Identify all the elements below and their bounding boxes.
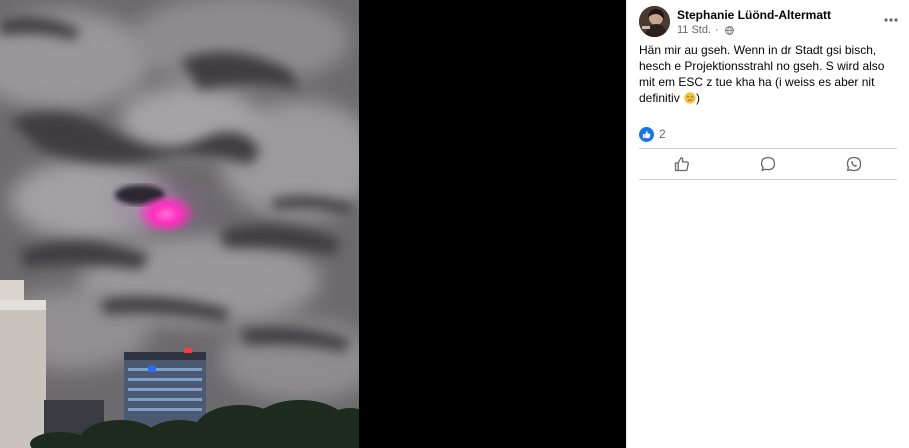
night-sky-photo <box>0 0 359 448</box>
post-text-line: mit em ESC z tue kha ha (i weiss es aber… <box>639 75 875 89</box>
post-details-panel: Stephanie Lüönd-Altermatt 11 Std. · Hän … <box>626 0 909 448</box>
like-reaction-icon <box>639 126 654 142</box>
whatsapp-icon <box>846 156 862 172</box>
post-photo[interactable] <box>0 0 359 448</box>
author-name[interactable]: Stephanie Lüönd-Altermatt <box>677 8 831 22</box>
post-text-line: hesch e Projektionsstrahl no gseh. S wir… <box>639 59 885 73</box>
meta-separator: · <box>715 24 719 36</box>
more-options-icon <box>884 18 898 22</box>
avatar-photo <box>639 6 670 37</box>
comment-icon <box>760 156 776 172</box>
sad-relieved-emoji-icon <box>684 92 696 104</box>
globe-icon <box>724 25 734 35</box>
post-header: Stephanie Lüönd-Altermatt 11 Std. · <box>639 6 901 40</box>
thumbs-up-glyph-icon <box>642 130 651 138</box>
whatsapp-share-button[interactable] <box>811 150 897 178</box>
reaction-summary[interactable]: 2 <box>639 126 666 142</box>
media-panel <box>0 0 626 448</box>
more-options-button[interactable] <box>881 12 901 28</box>
like-icon <box>674 157 689 172</box>
post-viewer: Stephanie Lüönd-Altermatt 11 Std. · Hän … <box>0 0 909 448</box>
post-actions <box>639 150 897 178</box>
post-text-fragment: definitiv <box>639 91 680 105</box>
post-meta: 11 Std. · <box>677 24 734 36</box>
post-text: Hän mir au gseh. Wenn in dr Stadt gsi bi… <box>639 42 897 106</box>
divider <box>639 148 897 149</box>
post-text-end: ) <box>696 91 701 105</box>
avatar[interactable] <box>639 6 670 37</box>
post-timestamp[interactable]: 11 Std. <box>677 24 711 36</box>
like-button[interactable] <box>639 150 725 178</box>
comment-button[interactable] <box>725 150 811 178</box>
post-text-line: Hän mir au gseh. Wenn in dr Stadt gsi bi… <box>639 43 877 57</box>
divider <box>639 179 897 180</box>
post-text-line: definitiv ) <box>639 90 897 106</box>
reaction-count: 2 <box>659 127 666 141</box>
